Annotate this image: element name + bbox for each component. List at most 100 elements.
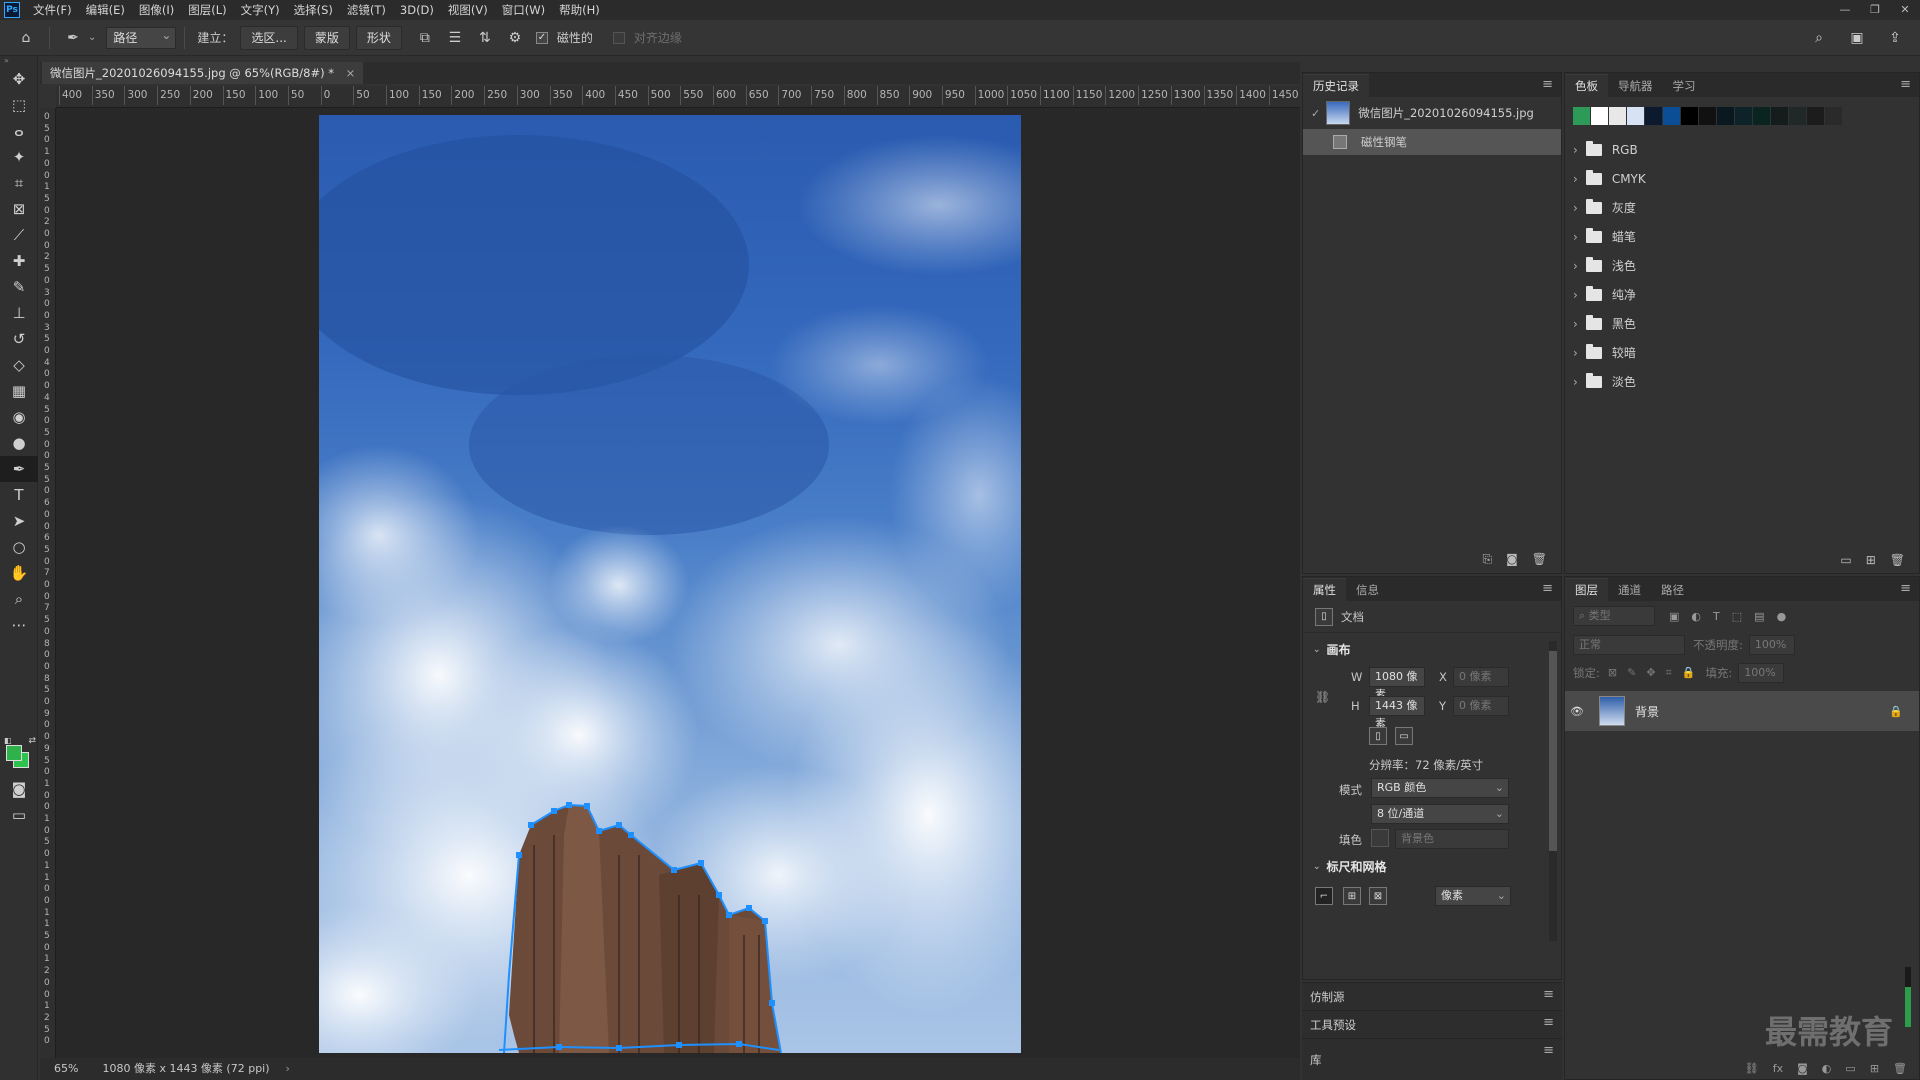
layer-row-background[interactable]: 👁 背景 🔒 — [1565, 691, 1919, 731]
ruler-units-select[interactable]: 像素 ⌄ — [1435, 886, 1511, 906]
trash-icon[interactable]: 🗑 — [1893, 1062, 1907, 1075]
screen-mode-icon[interactable]: ▭ — [0, 802, 38, 828]
close-tab-icon[interactable]: × — [346, 66, 356, 80]
path-operations-icon[interactable]: ⧉ — [413, 26, 437, 50]
new-group-icon[interactable]: ▭ — [1845, 1062, 1855, 1075]
chevron-right-icon[interactable]: › — [1573, 172, 1578, 186]
color-swatch[interactable] — [1573, 107, 1590, 125]
magnetic-checkbox[interactable]: ✓ — [535, 31, 548, 44]
color-swatch[interactable] — [1753, 107, 1770, 125]
color-swatch[interactable] — [1609, 107, 1626, 125]
panel-menu-icon[interactable]: ≡ — [1543, 1015, 1554, 1030]
workspace-icon[interactable]: ▣ — [1845, 26, 1869, 50]
panel-menu-icon[interactable]: ≡ — [1543, 1043, 1554, 1058]
add-mask-icon[interactable]: ◙ — [1797, 1062, 1808, 1075]
status-expand-icon[interactable]: › — [280, 1058, 296, 1080]
more-tools-icon[interactable]: ⋯ — [0, 612, 38, 638]
lock-pixels-icon[interactable]: ✎ — [1627, 666, 1636, 680]
document-tab[interactable]: 微信图片_20201026094155.jpg @ 65%(RGB/8#) * … — [42, 62, 364, 84]
layer-filter-select[interactable]: ⌕ 类型 — [1573, 606, 1655, 626]
rulers-grids-header[interactable]: ⌄ 标尺和网格 — [1313, 858, 1561, 875]
marquee-tool-icon[interactable]: ⬚ — [0, 92, 38, 118]
link-icon[interactable]: ⛓ — [1315, 690, 1330, 704]
blur-tool-icon[interactable]: ◉ — [0, 404, 38, 430]
height-field[interactable]: 1443 像素 — [1369, 696, 1425, 730]
healing-brush-tool-icon[interactable]: ✚ — [0, 248, 38, 274]
fill-opacity-field[interactable]: 100% — [1738, 663, 1785, 683]
trash-icon[interactable]: 🗑 — [1890, 553, 1905, 567]
menu-image[interactable]: 图像(I) — [132, 0, 181, 20]
properties-scrollbar[interactable] — [1549, 641, 1557, 941]
link-layers-icon[interactable]: ⛓ — [1745, 1062, 1759, 1075]
new-layer-icon[interactable]: ⊞ — [1870, 1062, 1879, 1075]
trash-icon[interactable]: 🗑 — [1532, 552, 1547, 567]
clone-stamp-tool-icon[interactable]: ⊥ — [0, 300, 38, 326]
make-mask-button[interactable]: 蒙版 — [303, 25, 350, 50]
lock-all-icon[interactable]: 🔒 — [1682, 666, 1696, 680]
menu-3d[interactable]: 3D(D) — [393, 0, 441, 20]
color-swatch[interactable] — [1681, 107, 1698, 125]
lock-position-icon[interactable]: ✥ — [1646, 666, 1655, 680]
color-swatch[interactable] — [1627, 107, 1644, 125]
adjustment-filter-icon[interactable]: ◐ — [1691, 610, 1701, 623]
quick-mask-icon[interactable]: ◙ — [0, 776, 38, 802]
opacity-field[interactable]: 100% — [1748, 635, 1795, 655]
ellipse-tool-icon[interactable]: ○ — [0, 534, 38, 560]
swatch-group-row[interactable]: › CMYK — [1565, 164, 1919, 193]
color-swatch[interactable] — [1825, 107, 1842, 125]
gear-icon[interactable]: ⚙ — [503, 26, 527, 50]
shape-filter-icon[interactable]: ⬚ — [1732, 610, 1742, 623]
default-colors-icon[interactable]: ◧ — [4, 736, 12, 745]
swatch-group-row[interactable]: › 较暗 — [1565, 338, 1919, 367]
tab-properties[interactable]: 属性 — [1303, 578, 1346, 601]
brush-tool-icon[interactable]: ✎ — [0, 274, 38, 300]
history-brush-tool-icon[interactable]: ↺ — [0, 326, 38, 352]
lock-icon[interactable]: 🔒 — [1889, 705, 1903, 718]
x-field[interactable]: 0 像素 — [1453, 667, 1509, 687]
menu-edit[interactable]: 编辑(E) — [79, 0, 132, 20]
chevron-right-icon[interactable]: › — [1573, 259, 1578, 273]
tab-learn[interactable]: 学习 — [1663, 75, 1706, 97]
panel-menu-icon[interactable]: ≡ — [1542, 581, 1553, 596]
pen-tool-icon[interactable]: ✒ — [0, 456, 38, 482]
tab-info[interactable]: 信息 — [1346, 579, 1389, 601]
swatch-group-row[interactable]: › 灰度 — [1565, 193, 1919, 222]
portrait-orientation-icon[interactable]: ▯ — [1369, 727, 1387, 745]
new-group-icon[interactable]: ▭ — [1840, 553, 1851, 567]
color-swatch[interactable] — [1771, 107, 1788, 125]
panel-menu-icon[interactable]: ≡ — [1900, 581, 1911, 596]
foreground-color-swatch[interactable] — [6, 745, 22, 761]
width-field[interactable]: 1080 像素 — [1369, 667, 1425, 701]
swap-colors-icon[interactable]: ⇄ — [28, 736, 36, 746]
scrollbar-thumb[interactable] — [1549, 651, 1557, 851]
zoom-tool-icon[interactable]: ⌕ — [0, 586, 38, 612]
pen-tool-preset-icon[interactable]: ✒ — [61, 26, 85, 50]
panel-menu-icon[interactable]: ≡ — [1543, 987, 1554, 1002]
path-alignment-icon[interactable]: ☰ — [443, 26, 467, 50]
history-snapshot[interactable]: ✓ 微信图片_20201026094155.jpg — [1303, 97, 1561, 129]
swatch-group-row[interactable]: › 淡色 — [1565, 367, 1919, 396]
share-icon[interactable]: ⇪ — [1883, 26, 1907, 50]
color-swatch[interactable] — [1717, 107, 1734, 125]
move-tool-icon[interactable]: ✥ — [0, 66, 38, 92]
magic-wand-tool-icon[interactable]: ✦ — [0, 144, 38, 170]
eyedropper-tool-icon[interactable]: ⟋ — [0, 222, 38, 248]
tab-swatches[interactable]: 色板 — [1565, 74, 1608, 97]
type-tool-icon[interactable]: T — [0, 482, 38, 508]
scrollbar-thumb[interactable] — [1905, 987, 1911, 1027]
make-shape-button[interactable]: 形状 — [355, 25, 402, 50]
menu-view[interactable]: 视图(V) — [441, 0, 495, 20]
menu-file[interactable]: 文件(F) — [26, 0, 79, 20]
path-arrangement-icon[interactable]: ⇅ — [473, 26, 497, 50]
tool-presets-panel[interactable]: 工具预设 ≡ — [1302, 1010, 1562, 1038]
filter-toggle-icon[interactable]: ● — [1777, 610, 1787, 623]
menu-type[interactable]: 文字(Y) — [234, 0, 287, 20]
eye-icon[interactable]: 👁 — [1565, 705, 1589, 718]
panel-menu-icon[interactable]: ≡ — [1900, 77, 1911, 92]
type-filter-icon[interactable]: T — [1713, 610, 1720, 623]
dodge-tool-icon[interactable]: ● — [0, 430, 38, 456]
panel-menu-icon[interactable]: ≡ — [1542, 77, 1553, 92]
tool-mode-select[interactable]: 路径 — [106, 25, 177, 49]
gradient-tool-icon[interactable]: ▦ — [0, 378, 38, 404]
chevron-right-icon[interactable]: › — [1573, 288, 1578, 302]
